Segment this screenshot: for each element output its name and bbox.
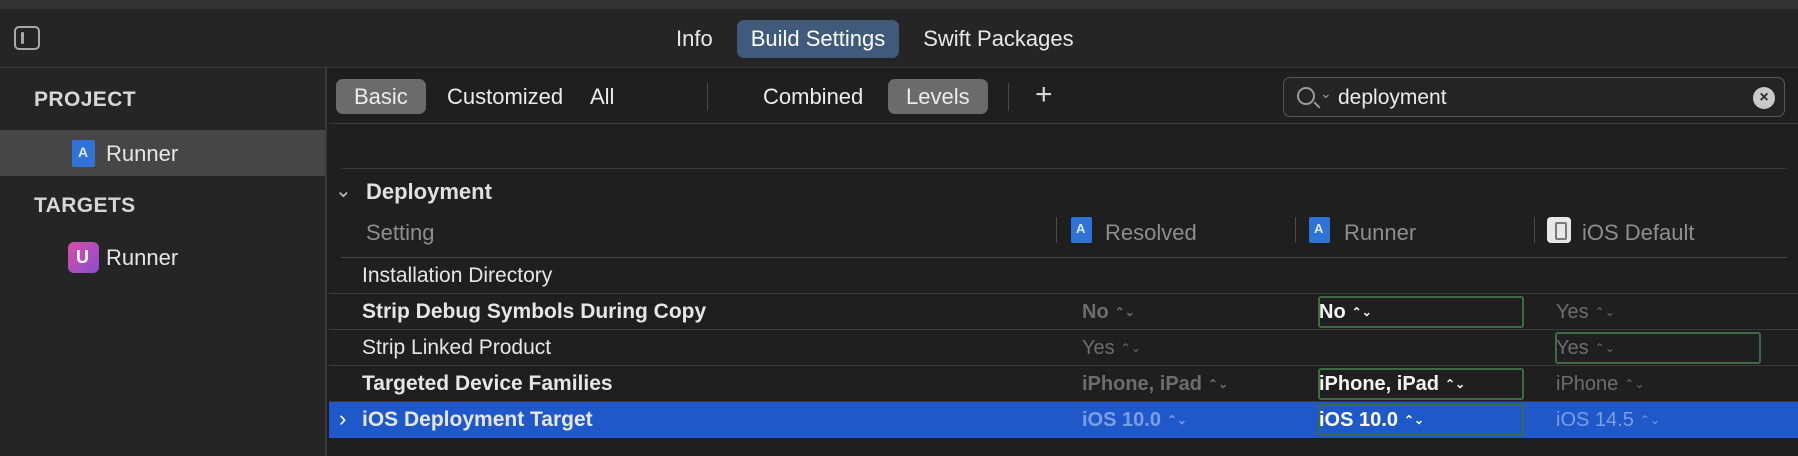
search-icon [1297,87,1315,105]
column-header-resolved: Resolved [1105,220,1197,245]
resolved-value: No ⌃⌄ [1082,301,1135,323]
resolved-value: iPhone, iPad ⌃⌄ [1082,373,1229,395]
search-input[interactable]: deployment [1338,86,1447,110]
section-title-deployment: Deployment [366,179,492,204]
filter-divider [707,83,708,111]
project-section-header: PROJECT [34,88,136,111]
sidebar-item-label: Runner [106,245,179,270]
column-separator [1295,217,1296,243]
sidebar-toggle-icon[interactable] [14,26,40,50]
ios-default-value: Yes ⌃⌄ [1556,301,1615,323]
filter-all-button[interactable]: All [572,79,632,114]
ios-default-value: iOS 14.5 ⌃⌄ [1556,409,1660,431]
ios-default-value[interactable]: Yes ⌃⌄ [1556,337,1615,360]
setting-name: iOS Deployment Target [362,408,593,431]
filter-levels-button[interactable]: Levels [888,79,988,114]
stepper-icon: ⌃⌄ [1114,305,1135,319]
table-row-selected[interactable]: › iOS Deployment Target iOS 10.0 ⌃⌄ iOS 1… [329,402,1798,438]
resolved-value: Yes ⌃⌄ [1082,337,1141,359]
editor-top-bar: Info Build Settings Swift Packages [0,0,1798,68]
xcode-project-icon [72,140,95,167]
chevron-down-icon[interactable]: ⌄ [335,178,352,203]
setting-name: Strip Debug Symbols During Copy [362,300,707,323]
column-separator [1056,217,1057,243]
stepper-icon: ⌃⌄ [1166,413,1188,427]
runner-value-popup[interactable]: iPhone, iPad ⌃⌄ [1319,373,1465,396]
table-row[interactable]: Strip Debug Symbols During Copy No ⌃⌄ No ⌃… [329,294,1798,330]
project-navigator-sidebar: PROJECT Runner TARGETS Runner [0,68,327,456]
settings-search-field[interactable]: ⌄ deployment × [1283,77,1785,117]
column-header-setting: Setting [366,220,435,245]
stepper-icon: ⌃⌄ [1639,413,1660,427]
setting-name: Installation Directory [362,264,553,287]
column-separator [1534,217,1535,243]
ios-default-value: iPhone ⌃⌄ [1556,373,1645,395]
filter-combined-button[interactable]: Combined [745,79,881,114]
sidebar-item-target-runner[interactable]: Runner [0,234,325,280]
table-row[interactable]: Installation Directory [329,258,1798,294]
resolved-value: iOS 10.0 ⌃⌄ [1082,409,1188,431]
column-header-ios-default: iOS Default [1582,220,1695,245]
stepper-icon: ⌃⌄ [1208,377,1229,391]
sidebar-item-label: Runner [106,141,179,166]
chevron-right-icon[interactable]: › [339,406,346,432]
settings-filter-bar: Basic Customized All Combined Levels + ⌄… [329,68,1798,124]
app-target-icon [68,242,99,273]
clear-search-icon[interactable]: × [1753,87,1775,109]
stepper-icon: ⌃⌄ [1624,377,1645,391]
column-header-runner: Runner [1344,220,1417,245]
tab-info[interactable]: Info [662,20,727,58]
stepper-icon: ⌃⌄ [1403,413,1425,427]
filter-basic-button[interactable]: Basic [336,79,426,114]
table-row[interactable]: Strip Linked Product Yes ⌃⌄ Yes ⌃⌄ [329,330,1798,366]
sidebar-item-project-runner[interactable]: Runner [0,130,325,176]
filter-customized-button[interactable]: Customized [429,79,581,114]
xcode-project-icon [1071,217,1092,243]
stepper-icon: ⌃⌄ [1594,305,1615,319]
runner-value-popup[interactable]: No ⌃⌄ [1319,301,1372,324]
stepper-icon: ⌃⌄ [1120,341,1141,355]
chevron-down-icon: ⌄ [1320,85,1332,101]
filter-divider [1008,83,1009,111]
stepper-icon: ⌃⌄ [1594,341,1615,355]
editor-tabs: Info Build Settings Swift Packages [662,20,1088,58]
build-settings-pane: Basic Customized All Combined Levels + ⌄… [329,68,1798,456]
table-row[interactable]: Targeted Device Families iPhone, iPad ⌃⌄ … [329,366,1798,402]
runner-value-popup[interactable]: iOS 10.0 ⌃⌄ [1319,409,1424,432]
setting-name: Targeted Device Families [362,372,613,395]
section-divider [341,168,1787,169]
add-setting-button[interactable]: + [1035,78,1053,112]
stepper-icon: ⌃⌄ [1445,377,1466,391]
ios-device-icon [1547,217,1571,243]
tab-swift-packages[interactable]: Swift Packages [909,20,1087,58]
xcode-project-icon [1309,217,1330,243]
setting-name: Strip Linked Product [362,336,552,359]
stepper-icon: ⌃⌄ [1351,305,1372,319]
targets-section-header: TARGETS [34,194,136,217]
tab-build-settings[interactable]: Build Settings [736,20,900,58]
